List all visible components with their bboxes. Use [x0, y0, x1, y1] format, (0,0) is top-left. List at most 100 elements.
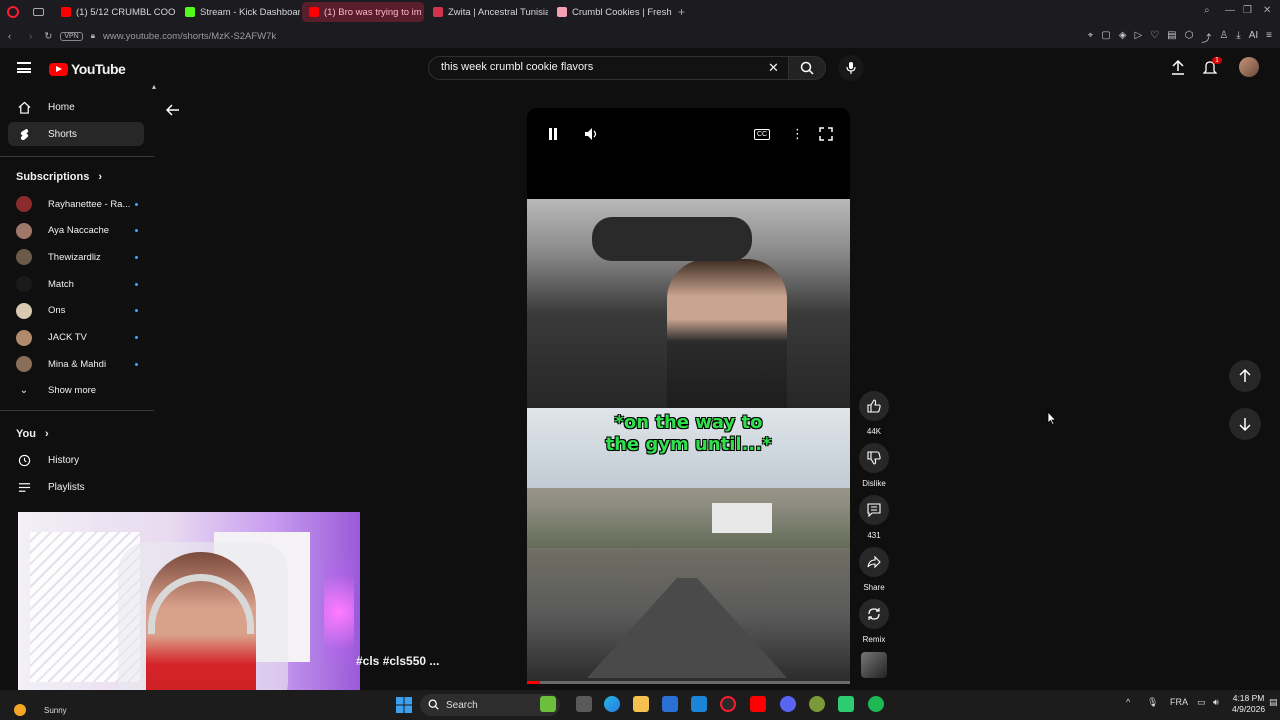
task-view-icon[interactable]: [576, 696, 592, 712]
browser-tab[interactable]: Stream - Kick Dashboard: [178, 2, 300, 22]
subscriptions-title[interactable]: Subscriptions ›: [16, 171, 102, 183]
snapshot-icon[interactable]: ▢: [1101, 30, 1110, 45]
youtube-taskbar-icon[interactable]: [750, 696, 766, 712]
sidebar-item-home[interactable]: Home: [8, 95, 144, 119]
channel-avatar: [16, 222, 32, 239]
guide-menu-icon[interactable]: [17, 62, 31, 73]
spotify-icon[interactable]: [868, 696, 884, 712]
subscription-item[interactable]: JACK TV: [16, 328, 138, 348]
sidebar-scroll-up-icon[interactable]: ▴: [152, 82, 156, 91]
browser-tab[interactable]: (1) Bro was trying to im: [302, 2, 424, 22]
browser-tab[interactable]: (1) 5/12 CRUMBL COOKIE: [54, 2, 176, 22]
download-icon[interactable]: ⤓: [1236, 30, 1240, 45]
subscriptions-title-label: Subscriptions: [16, 171, 90, 183]
shorts-player[interactable]: *on the way to the gym until...* CC ⋮: [527, 108, 850, 684]
video-progress-bar[interactable]: [527, 681, 850, 684]
dislike-button[interactable]: Dislike: [858, 443, 890, 488]
forward-icon[interactable]: ›: [29, 31, 32, 42]
speaker-icon[interactable]: 🔊︎: [1213, 697, 1219, 708]
share-icon[interactable]: ⤴: [1201, 30, 1211, 45]
volume-icon[interactable]: [584, 127, 600, 141]
url-field[interactable]: www.youtube.com/shorts/MzK-S2AFW7k: [103, 31, 276, 42]
heart-icon[interactable]: ♡: [1150, 30, 1159, 45]
tray-mic-icon[interactable]: 🎙︎: [1147, 697, 1158, 708]
maximize-button[interactable]: ❐: [1243, 5, 1252, 16]
sidebar-item-shorts[interactable]: Shorts: [8, 122, 144, 146]
minimize-button[interactable]: —: [1225, 5, 1235, 16]
subscription-item[interactable]: Aya Naccache: [16, 221, 138, 241]
lock-icon: 🔒︎: [90, 31, 95, 40]
obs-icon[interactable]: [809, 696, 825, 712]
pin-icon[interactable]: ⌖: [1088, 30, 1094, 45]
pause-icon[interactable]: [547, 127, 559, 141]
share-button[interactable]: Share: [858, 547, 890, 592]
ai-button[interactable]: AI: [1249, 30, 1258, 45]
youtube-logo[interactable]: YouTube: [49, 61, 126, 77]
browser-tab[interactable]: Crumbl Cookies | Fresh ba: [550, 2, 672, 22]
comments-button[interactable]: 431: [858, 495, 890, 540]
extensions-icon[interactable]: ⬡: [1185, 30, 1194, 45]
new-tab-button[interactable]: +: [678, 5, 685, 19]
back-arrow-icon[interactable]: [166, 104, 180, 116]
play-icon[interactable]: ▷: [1134, 30, 1142, 45]
channel-avatar: [16, 302, 32, 319]
vpn-badge[interactable]: VPN: [60, 31, 83, 41]
notification-center-icon[interactable]: ▤: [1269, 697, 1278, 708]
subscription-item[interactable]: Mina & Mahdi: [16, 354, 138, 374]
like-button[interactable]: 44K: [858, 391, 890, 436]
account-avatar[interactable]: [1239, 57, 1259, 77]
windows-start-icon[interactable]: [396, 697, 412, 713]
youtube-header: YouTube this week crumbl cookie flavors …: [0, 48, 1280, 88]
video-house: [712, 503, 772, 533]
opera-taskbar-icon[interactable]: [720, 696, 736, 712]
taskbar-clock[interactable]: 4:18 PM 4/9/2026: [1232, 693, 1265, 715]
subscription-item[interactable]: Ons: [16, 301, 138, 321]
fullscreen-icon[interactable]: [819, 127, 833, 141]
show-more-button[interactable]: ⌄ Show more: [16, 380, 138, 400]
search-button[interactable]: [788, 56, 826, 80]
discord-icon[interactable]: [780, 696, 796, 712]
more-options-icon[interactable]: ⋮: [791, 126, 804, 142]
thumbs-up-icon: [867, 399, 881, 413]
workspace-icon[interactable]: [33, 8, 44, 16]
tray-overflow-icon[interactable]: ^: [1126, 697, 1130, 707]
store-icon[interactable]: [662, 696, 678, 712]
subscription-item[interactable]: Rayhanettee - Ra...: [16, 194, 138, 214]
sound-thumbnail[interactable]: [861, 652, 887, 678]
profile-icon[interactable]: ♙: [1219, 30, 1228, 45]
subscription-item[interactable]: Match: [16, 274, 138, 294]
outlook-icon[interactable]: [691, 696, 707, 712]
clear-search-icon[interactable]: ✕: [768, 60, 779, 76]
reload-icon[interactable]: ↻: [44, 31, 52, 42]
search-input[interactable]: this week crumbl cookie flavors: [428, 56, 788, 80]
taskbar-app-plant-icon[interactable]: [540, 696, 556, 712]
weather-widget[interactable]: Sunny: [14, 704, 67, 716]
close-window-button[interactable]: ✕: [1263, 5, 1271, 16]
shield-icon[interactable]: ◈: [1119, 30, 1127, 45]
search-tabs-icon[interactable]: ⌕: [1204, 5, 1210, 16]
previous-short-button[interactable]: [1229, 360, 1261, 392]
taskbar-search[interactable]: Search: [420, 694, 560, 716]
wallet-icon[interactable]: ▤: [1167, 30, 1176, 45]
kick-icon[interactable]: [838, 696, 854, 712]
opera-logo-icon[interactable]: [7, 6, 19, 18]
sidebar-item-playlists[interactable]: Playlists: [8, 475, 144, 499]
you-section-title[interactable]: You ›: [16, 428, 49, 440]
upload-icon[interactable]: [1171, 60, 1185, 76]
menu-icon[interactable]: ≡: [1266, 30, 1272, 45]
new-content-dot: [135, 229, 138, 233]
edge-icon[interactable]: [604, 696, 620, 712]
subscription-item[interactable]: Thewizardliz: [16, 247, 138, 267]
file-explorer-icon[interactable]: [633, 696, 649, 712]
remix-button[interactable]: Remix: [858, 599, 890, 644]
taskbar-search-label: Search: [446, 699, 478, 711]
browser-tab[interactable]: Zwita | Ancestral Tunisian: [426, 2, 548, 22]
next-short-button[interactable]: [1229, 408, 1261, 440]
voice-search-button[interactable]: [838, 55, 864, 81]
network-icon[interactable]: ▭: [1197, 697, 1206, 708]
language-indicator[interactable]: FRA: [1170, 697, 1188, 707]
sidebar-item-history[interactable]: History: [8, 448, 144, 472]
captions-button[interactable]: CC: [754, 129, 771, 140]
back-icon[interactable]: ‹: [8, 31, 11, 42]
short-title[interactable]: #cls #cls550 ...: [356, 654, 439, 668]
